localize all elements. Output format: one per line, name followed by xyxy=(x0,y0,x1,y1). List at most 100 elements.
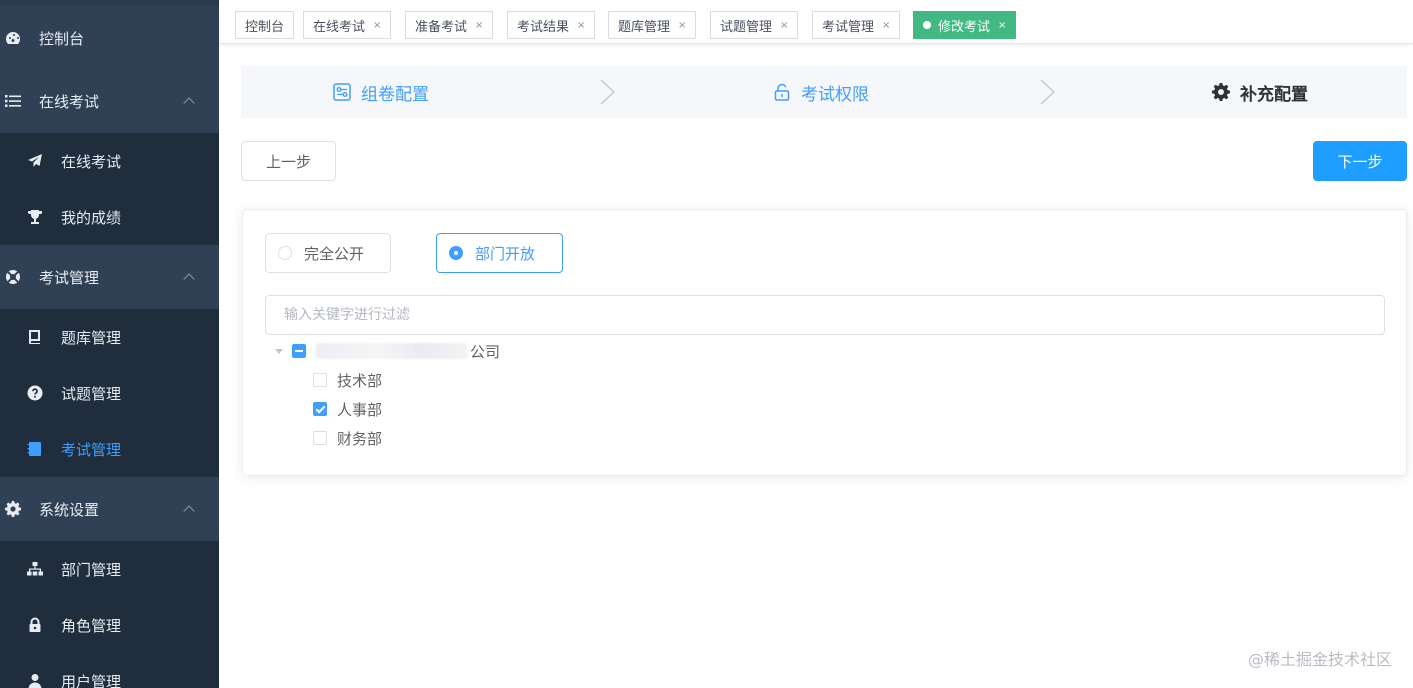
sidebar-item-online-exam[interactable]: 在线考试 xyxy=(0,133,219,189)
tree-checkbox[interactable] xyxy=(313,402,327,416)
tag-online-exam[interactable]: 在线考试 × xyxy=(303,11,392,39)
redacted-text xyxy=(316,343,468,359)
close-icon[interactable]: × xyxy=(678,20,686,31)
sidebar-item-label: 部门管理 xyxy=(61,560,122,579)
paper-plane-icon xyxy=(27,153,43,169)
step-arrow-icon xyxy=(600,79,615,105)
sidebar-item-label: 用户管理 xyxy=(61,672,122,688)
life-ring-icon xyxy=(5,269,21,285)
sidebar-item-label: 试题管理 xyxy=(61,384,122,403)
radio-fully-public[interactable]: 完全公开 xyxy=(265,233,391,273)
next-step-button[interactable]: 下一步 xyxy=(1313,141,1407,181)
sitemap-icon xyxy=(27,561,43,577)
paper-config-icon xyxy=(333,83,351,101)
gear-icon xyxy=(1212,83,1230,101)
tree-checkbox[interactable] xyxy=(292,344,306,358)
tree-node-root[interactable]: 公司 xyxy=(275,338,500,364)
close-icon[interactable]: × xyxy=(780,20,788,31)
sidebar: 控制台 在线考试 在线考试 我的成绩 考试管理 题库管理 试题管理 考试管理 系… xyxy=(0,0,219,688)
sidebar-group-online-exam[interactable]: 在线考试 xyxy=(0,70,219,132)
step-exam-permission[interactable]: 考试权限 xyxy=(773,66,869,118)
dashboard-icon xyxy=(5,30,21,46)
tree-node-hr[interactable]: 人事部 xyxy=(313,396,382,422)
radio-circle xyxy=(449,246,463,260)
tag-label: 题库管理 xyxy=(618,19,671,35)
step-paper-config[interactable]: 组卷配置 xyxy=(333,66,429,118)
sidebar-item-label: 考试管理 xyxy=(61,440,122,459)
tag-exam-results[interactable]: 考试结果 × xyxy=(507,11,596,39)
tree-node-tech[interactable]: 技术部 xyxy=(313,367,382,393)
chevron-up-icon xyxy=(183,505,195,517)
active-dot-icon xyxy=(923,21,931,29)
user-icon xyxy=(27,673,43,688)
trophy-icon xyxy=(27,209,43,225)
prev-step-button[interactable]: 上一步 xyxy=(241,141,336,181)
sidebar-item-label: 在线考试 xyxy=(39,92,100,111)
radio-circle xyxy=(278,246,292,260)
tag-dashboard[interactable]: 控制台 xyxy=(235,11,295,39)
list-icon xyxy=(5,93,21,109)
sidebar-item-exam-manage[interactable]: 考试管理 xyxy=(0,421,219,477)
department-filter-input[interactable] xyxy=(265,295,1385,335)
sidebar-item-users[interactable]: 用户管理 xyxy=(0,653,219,688)
tree-node-finance[interactable]: 财务部 xyxy=(313,425,382,451)
tree-node-label: 财务部 xyxy=(337,429,383,448)
close-icon[interactable]: × xyxy=(475,20,483,31)
sidebar-top-strip xyxy=(0,0,219,6)
step-label: 补充配置 xyxy=(1240,84,1308,105)
close-icon[interactable]: × xyxy=(577,20,585,31)
unlock-icon xyxy=(773,83,791,101)
radio-label: 部门开放 xyxy=(475,244,536,263)
tree-checkbox[interactable] xyxy=(313,373,327,387)
tag-questions[interactable]: 试题管理 × xyxy=(710,11,799,39)
tree-node-label: 人事部 xyxy=(337,400,383,419)
sidebar-item-label: 题库管理 xyxy=(61,328,122,347)
watermark: @稀土掘金技术社区 xyxy=(1247,650,1392,669)
radio-label: 完全公开 xyxy=(304,244,365,263)
tag-exam-manage[interactable]: 考试管理 × xyxy=(812,11,901,39)
sidebar-item-label: 系统设置 xyxy=(39,500,100,519)
step-extra-config[interactable]: 补充配置 xyxy=(1212,66,1308,118)
tag-edit-exam[interactable]: 修改考试 × xyxy=(913,11,1017,39)
step-arrow-icon xyxy=(1040,79,1055,105)
step-label: 考试权限 xyxy=(801,84,869,105)
tag-label: 在线考试 xyxy=(313,19,366,35)
notebook-icon xyxy=(27,441,43,457)
gear-icon xyxy=(5,501,21,517)
tag-label: 修改考试 xyxy=(938,19,991,35)
close-icon[interactable]: × xyxy=(998,20,1006,31)
sidebar-group-exam-manage[interactable]: 考试管理 xyxy=(0,246,219,308)
tag-label: 考试结果 xyxy=(517,19,570,35)
sidebar-item-label: 我的成绩 xyxy=(61,208,122,227)
caret-down-icon[interactable] xyxy=(275,348,283,354)
tree-checkbox[interactable] xyxy=(313,431,327,445)
tag-label: 试题管理 xyxy=(720,19,773,35)
sidebar-item-departments[interactable]: 部门管理 xyxy=(0,541,219,597)
tags-view-bar: 控制台 在线考试 × 准备考试 × 考试结果 × 题库管理 × 试题管理 × 考… xyxy=(219,0,1413,44)
chevron-up-icon xyxy=(183,273,195,285)
tag-question-bank[interactable]: 题库管理 × xyxy=(608,11,697,39)
sidebar-item-questions[interactable]: 试题管理 xyxy=(0,365,219,421)
tag-label: 考试管理 xyxy=(822,19,875,35)
sidebar-item-label: 角色管理 xyxy=(61,616,122,635)
close-icon[interactable]: × xyxy=(882,20,890,31)
step-label: 组卷配置 xyxy=(361,84,429,105)
sidebar-group-system-settings[interactable]: 系统设置 xyxy=(0,478,219,540)
close-icon[interactable]: × xyxy=(373,20,381,31)
sidebar-item-roles[interactable]: 角色管理 xyxy=(0,597,219,653)
tag-prepare-exam[interactable]: 准备考试 × xyxy=(405,11,494,39)
sidebar-item-dashboard[interactable]: 控制台 xyxy=(0,7,219,69)
question-circle-icon xyxy=(27,385,43,401)
chevron-up-icon xyxy=(183,97,195,109)
radio-department-open[interactable]: 部门开放 xyxy=(436,233,563,273)
sidebar-item-label: 在线考试 xyxy=(61,152,122,171)
tag-label: 控制台 xyxy=(245,19,285,35)
steps-bar: 组卷配置 考试权限 补充配置 xyxy=(241,66,1407,118)
lock-icon xyxy=(27,617,43,633)
tree-node-label: 公司 xyxy=(470,342,501,361)
sidebar-item-question-bank[interactable]: 题库管理 xyxy=(0,309,219,365)
tag-label: 准备考试 xyxy=(415,19,468,35)
permission-card: 完全公开 部门开放 公司 技术部 人事部 财务部 xyxy=(242,209,1407,476)
sidebar-item-my-scores[interactable]: 我的成绩 xyxy=(0,189,219,245)
book-icon xyxy=(27,329,43,345)
